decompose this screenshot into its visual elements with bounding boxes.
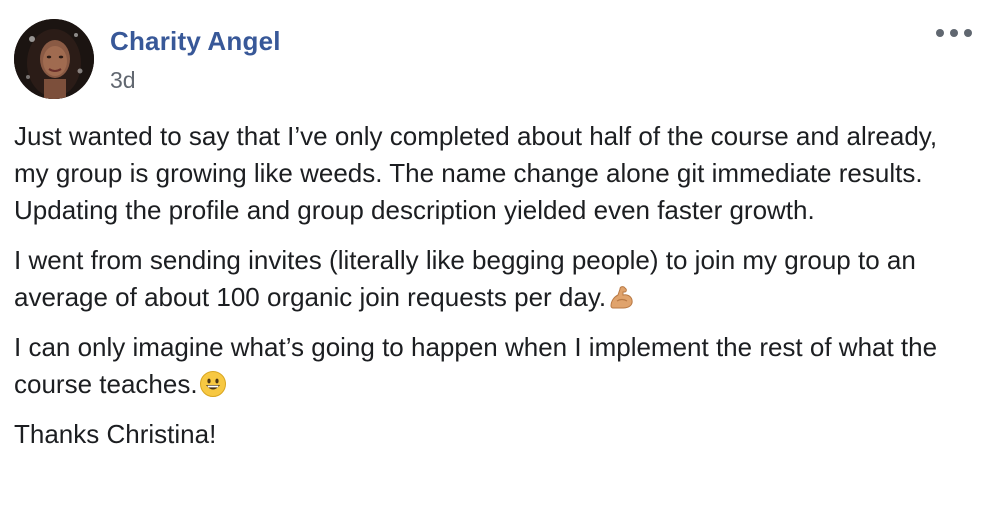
ellipsis-icon [964,29,972,37]
grinning-face-emoji [199,371,226,397]
post-paragraph: I went from sending invites (literally l… [14,242,964,316]
author-name[interactable]: Charity Angel [110,26,281,57]
post-timestamp[interactable]: 3d [110,67,136,94]
paragraph-text: Thanks Christina! [14,419,217,449]
paragraph-text: Just wanted to say that I’ve only comple… [14,121,938,225]
flexed-biceps-emoji [610,286,633,309]
avatar-image [14,19,94,99]
post-body: Just wanted to say that I’ve only comple… [14,118,964,466]
ellipsis-icon [950,29,958,37]
post-paragraph: Just wanted to say that I’ve only comple… [14,118,964,229]
facebook-post: Charity Angel 3d Just wanted to say that… [0,0,986,522]
author-avatar[interactable] [14,19,94,99]
ellipsis-icon [936,29,944,37]
post-paragraph: I can only imagine what’s going to happe… [14,329,964,403]
paragraph-text: I can only imagine what’s going to happe… [14,332,938,399]
more-options-button[interactable] [936,22,972,44]
post-paragraph: Thanks Christina! [14,416,964,453]
paragraph-text: I went from sending invites (literally l… [14,245,916,312]
